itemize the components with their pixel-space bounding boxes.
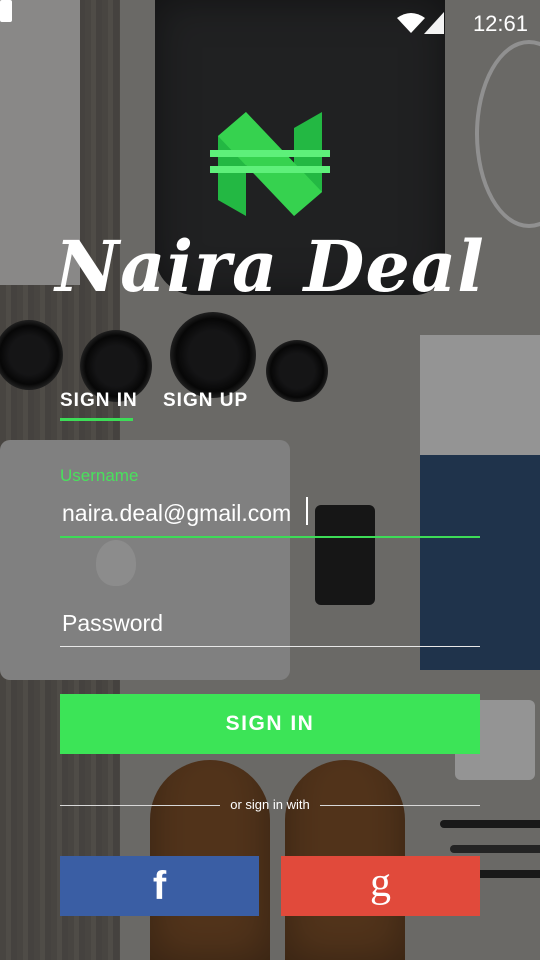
facebook-icon: f — [152, 863, 167, 908]
google-icon: g — [370, 860, 391, 906]
password-underline — [60, 646, 480, 647]
username-field: Username — [60, 466, 480, 540]
status-bar: 12:61 — [0, 0, 540, 48]
password-input[interactable] — [60, 606, 474, 640]
brand-wordmark: Naira Deal — [55, 225, 485, 308]
divider-line-right — [320, 805, 480, 806]
password-field — [60, 600, 480, 648]
status-time: 12:61 — [472, 11, 528, 36]
social-divider: or sign in with — [60, 796, 480, 816]
active-tab-indicator — [60, 418, 133, 421]
cell-signal-icon — [424, 12, 444, 34]
tab-sign-up[interactable]: SIGN UP — [163, 390, 248, 412]
battery-icon — [0, 0, 12, 22]
username-label: Username — [60, 466, 139, 485]
naira-n-logo-icon — [210, 112, 330, 216]
text-cursor — [306, 497, 308, 525]
sign-in-button[interactable]: SIGN IN — [60, 694, 480, 754]
username-underline — [60, 536, 480, 538]
facebook-sign-in-button[interactable]: f — [60, 856, 259, 916]
wifi-icon — [397, 13, 425, 33]
tab-sign-in[interactable]: SIGN IN — [60, 390, 138, 412]
username-input[interactable] — [60, 496, 474, 530]
google-sign-in-button[interactable]: g — [281, 856, 480, 916]
